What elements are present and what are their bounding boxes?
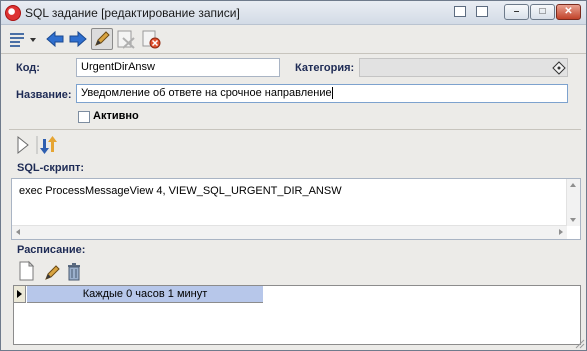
title-bar[interactable]: SQL задание [редактирование записи] – □ … bbox=[1, 1, 586, 25]
app-icon bbox=[5, 5, 21, 21]
menu-dropdown-button[interactable] bbox=[7, 28, 37, 50]
sql-script-editor[interactable]: exec ProcessMessageView 4, VIEW_SQL_URGE… bbox=[11, 178, 581, 240]
name-label: Название: bbox=[16, 89, 72, 101]
restore-small-icon[interactable] bbox=[454, 6, 466, 17]
code-label: Код: bbox=[16, 62, 40, 74]
back-icon bbox=[46, 30, 64, 48]
dialog-window: SQL задание [редактирование записи] – □ … bbox=[0, 0, 587, 351]
scroll-right-icon[interactable] bbox=[559, 229, 563, 235]
script-toolbar bbox=[17, 135, 57, 155]
text-caret bbox=[331, 87, 333, 100]
name-field[interactable]: Уведомление об ответе на срочное направл… bbox=[76, 84, 568, 103]
delete-button[interactable] bbox=[115, 28, 137, 50]
category-picker-icon[interactable] bbox=[550, 59, 568, 77]
current-row-icon bbox=[17, 290, 22, 298]
active-checkbox[interactable] bbox=[78, 111, 90, 123]
scroll-up-icon[interactable] bbox=[570, 183, 576, 187]
forward-button[interactable] bbox=[67, 28, 89, 50]
sql-script-text: exec ProcessMessageView 4, VIEW_SQL_URGE… bbox=[19, 185, 342, 197]
schedule-row[interactable]: Каждые 0 часов 1 минут bbox=[27, 286, 263, 303]
horizontal-scrollbar[interactable] bbox=[12, 225, 567, 239]
trash-icon[interactable] bbox=[68, 263, 80, 281]
run-icon[interactable] bbox=[17, 135, 29, 155]
edit-button[interactable] bbox=[91, 28, 113, 50]
back-button[interactable] bbox=[44, 28, 66, 50]
scroll-down-icon[interactable] bbox=[570, 218, 576, 222]
forward-icon bbox=[69, 30, 87, 48]
code-field[interactable]: UrgentDirAnsw bbox=[76, 58, 280, 77]
active-label: Активно bbox=[93, 110, 139, 122]
schedule-label: Расписание: bbox=[17, 244, 86, 256]
toolbar bbox=[1, 25, 586, 54]
resize-grip-icon[interactable] bbox=[573, 337, 585, 349]
category-field bbox=[359, 58, 568, 77]
maximize-glyph: □ bbox=[539, 6, 546, 17]
scroll-left-icon[interactable] bbox=[16, 229, 20, 235]
close-button[interactable]: ✕ bbox=[556, 4, 581, 20]
minimize-button[interactable]: – bbox=[504, 4, 529, 20]
menu-icon bbox=[10, 33, 36, 47]
cancel-icon bbox=[142, 30, 161, 49]
minimize-glyph: – bbox=[513, 6, 520, 17]
edit-pencil-icon bbox=[95, 31, 110, 46]
maximize-button[interactable]: □ bbox=[530, 4, 555, 20]
schedule-grid[interactable]: Каждые 0 часов 1 минут bbox=[13, 285, 581, 345]
edit-small-icon[interactable] bbox=[476, 6, 488, 17]
window-title: SQL задание [редактирование записи] bbox=[25, 6, 240, 20]
divider bbox=[9, 129, 581, 130]
delete-icon bbox=[117, 30, 135, 49]
edit-pencil-icon[interactable] bbox=[45, 265, 60, 280]
swap-sort-icon[interactable] bbox=[40, 136, 57, 154]
category-label: Категория: bbox=[295, 62, 355, 74]
vertical-scrollbar[interactable] bbox=[566, 179, 580, 226]
cancel-button[interactable] bbox=[140, 28, 162, 50]
script-label: SQL-скрипт: bbox=[17, 162, 85, 174]
new-document-icon[interactable] bbox=[19, 260, 35, 281]
close-glyph: ✕ bbox=[564, 6, 573, 17]
row-indicator[interactable] bbox=[14, 286, 26, 303]
name-value: Уведомление об ответе на срочное направл… bbox=[81, 87, 332, 99]
schedule-toolbar bbox=[19, 260, 80, 281]
